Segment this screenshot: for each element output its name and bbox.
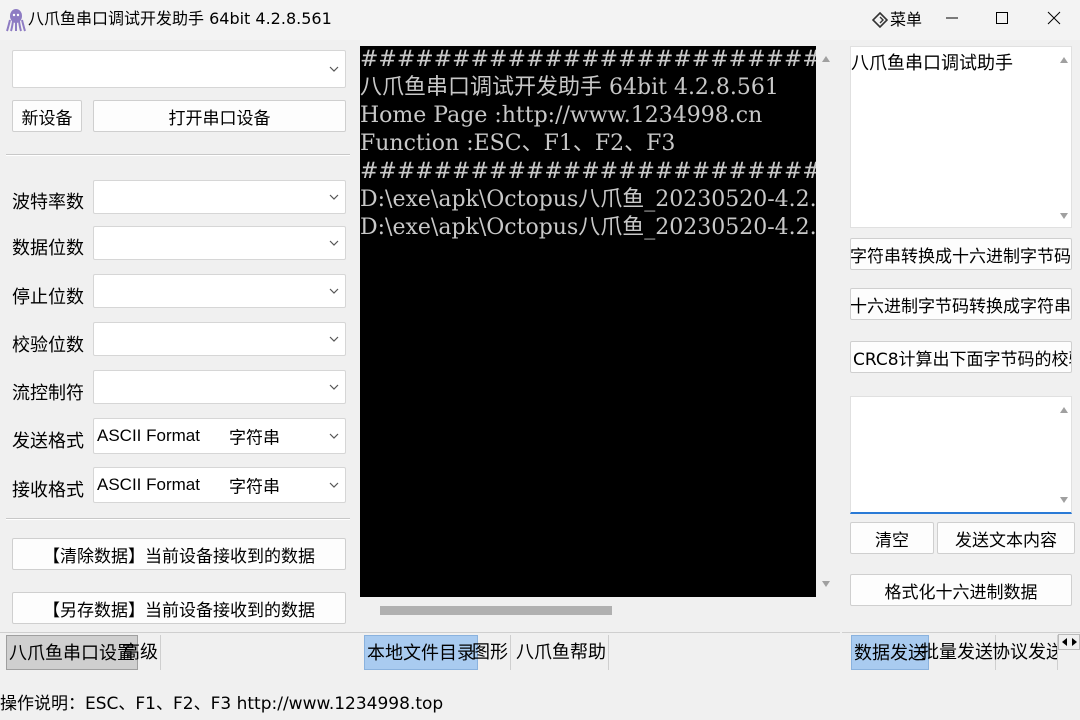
- data-bits-label: 数据位数: [12, 238, 84, 259]
- close-button[interactable]: [1030, 0, 1078, 36]
- chevron-down-icon: [329, 66, 339, 72]
- save-data-button[interactable]: 【另存数据】当前设备接收到的数据: [12, 592, 346, 624]
- console-vertical-scrollbar[interactable]: [817, 46, 835, 597]
- chevron-right-icon[interactable]: [1070, 637, 1079, 647]
- chevron-down-icon: [329, 288, 339, 294]
- tab-scroll-arrows[interactable]: [1058, 634, 1080, 650]
- scroll-down-arrow-icon[interactable]: [821, 579, 831, 589]
- chevron-left-icon[interactable]: [1060, 637, 1069, 647]
- send-textbox[interactable]: [850, 396, 1072, 514]
- string-to-hex-button[interactable]: 将上面字符串转换成十六进制字节码: [850, 238, 1072, 270]
- stop-bits-label: 停止位数: [12, 287, 84, 308]
- scroll-up-arrow-icon[interactable]: [1059, 405, 1069, 415]
- stop-bits-select[interactable]: [93, 274, 346, 308]
- octopus-icon: [6, 9, 26, 32]
- maximize-button[interactable]: [978, 0, 1026, 36]
- tab-local-files[interactable]: 本地文件目录: [364, 635, 478, 670]
- hex-to-string-button[interactable]: 将下面十六进制字节码转换成字符串: [850, 288, 1072, 320]
- flow-control-label: 流控制符: [12, 383, 84, 404]
- tab-batch-send[interactable]: 批量发送: [919, 635, 996, 670]
- send-format-value: ASCII Format: [97, 426, 200, 445]
- console-line: 八爪鱼串口调试开发助手 64bit 4.2.8.561: [360, 75, 779, 100]
- divider: [6, 518, 350, 520]
- chevron-down-icon: [329, 384, 339, 390]
- console-output[interactable]: ########################################…: [360, 46, 816, 597]
- clear-data-button[interactable]: 【清除数据】当前设备接收到的数据: [12, 538, 346, 570]
- tab-serial-settings[interactable]: 八爪鱼串口设置: [6, 635, 138, 670]
- chevron-down-icon: [329, 194, 339, 200]
- chevron-down-icon: [329, 336, 339, 342]
- baud-rate-label: 波特率数: [12, 192, 84, 213]
- clear-button[interactable]: 清空: [850, 522, 934, 554]
- console-line: Function :ESC、F1、F2、F3: [360, 131, 676, 156]
- status-bar: 操作说明：ESC、F1、F2、F3 http://www.1234998.top: [0, 694, 444, 714]
- send-format-select[interactable]: ASCII Format 字符串: [93, 418, 346, 454]
- console-line: D:\exe\apk\Octopus八爪鱼_20230520-4.2.8.520: [360, 215, 816, 240]
- scroll-up-arrow-icon[interactable]: [821, 54, 831, 64]
- crc8-label: CRC8计算出下面字节码的校验字节: [853, 349, 1071, 370]
- minimize-button[interactable]: [928, 0, 976, 36]
- tab-data-send[interactable]: 数据发送: [851, 635, 929, 670]
- menu-button[interactable]: 菜单: [872, 8, 928, 32]
- send-format-label: 发送格式: [12, 431, 84, 452]
- crc8-button[interactable]: CRC8计算出下面字节码的校验字节: [850, 341, 1072, 373]
- console-horizontal-scrollbar[interactable]: [380, 606, 612, 615]
- tab-help[interactable]: 八爪鱼帮助: [514, 635, 609, 670]
- scroll-down-arrow-icon[interactable]: [1059, 211, 1069, 221]
- parity-label: 校验位数: [12, 335, 84, 356]
- window-title: 八爪鱼串口调试开发助手 64bit 4.2.8.561: [28, 9, 332, 28]
- close-icon: [1047, 11, 1061, 25]
- minimize-icon: [946, 17, 958, 19]
- tab-advanced[interactable]: 高级: [120, 635, 161, 670]
- menu-label: 菜单: [890, 10, 923, 29]
- receive-format-type: 字符串: [229, 477, 280, 498]
- divider: [6, 154, 350, 156]
- send-text-button[interactable]: 发送文本内容: [937, 522, 1075, 554]
- receive-format-label: 接收格式: [12, 480, 84, 501]
- hex-to-string-label: 将下面十六进制字节码转换成字符串: [850, 296, 1071, 317]
- receive-format-value: ASCII Format: [97, 475, 200, 494]
- parity-select[interactable]: [93, 322, 346, 356]
- device-select[interactable]: [12, 50, 346, 88]
- data-bits-select[interactable]: [93, 226, 346, 260]
- new-device-button[interactable]: 新设备: [12, 100, 82, 132]
- tab-graphics[interactable]: 图形: [470, 635, 511, 670]
- diamond-icon: [872, 12, 888, 28]
- receive-format-select[interactable]: ASCII Format 字符串: [93, 467, 346, 503]
- console-line: ########################################…: [360, 159, 816, 184]
- chevron-down-icon: [329, 433, 339, 439]
- send-format-type: 字符串: [229, 428, 280, 449]
- console-line: D:\exe\apk\Octopus八爪鱼_20230520-4.2.8.520: [360, 187, 816, 212]
- baud-rate-select[interactable]: [93, 180, 346, 214]
- scroll-down-arrow-icon[interactable]: [1059, 495, 1069, 505]
- string-to-hex-label: 将上面字符串转换成十六进制字节码: [850, 246, 1071, 267]
- flow-control-select[interactable]: [93, 370, 346, 404]
- tab-protocol-send[interactable]: 协议发送: [990, 635, 1058, 670]
- console-line: Home Page :http://www.1234998.cn: [360, 103, 763, 128]
- info-textbox[interactable]: 八爪鱼串口调试助手: [850, 46, 1072, 228]
- chevron-down-icon: [329, 240, 339, 246]
- console-line: ########################################…: [360, 47, 816, 72]
- open-port-button[interactable]: 打开串口设备: [93, 100, 346, 132]
- maximize-icon: [996, 12, 1008, 24]
- chevron-down-icon: [329, 482, 339, 488]
- info-text: 八爪鱼串口调试助手: [851, 53, 1013, 74]
- scroll-up-arrow-icon[interactable]: [1059, 55, 1069, 65]
- format-hex-button[interactable]: 格式化十六进制数据: [850, 574, 1072, 606]
